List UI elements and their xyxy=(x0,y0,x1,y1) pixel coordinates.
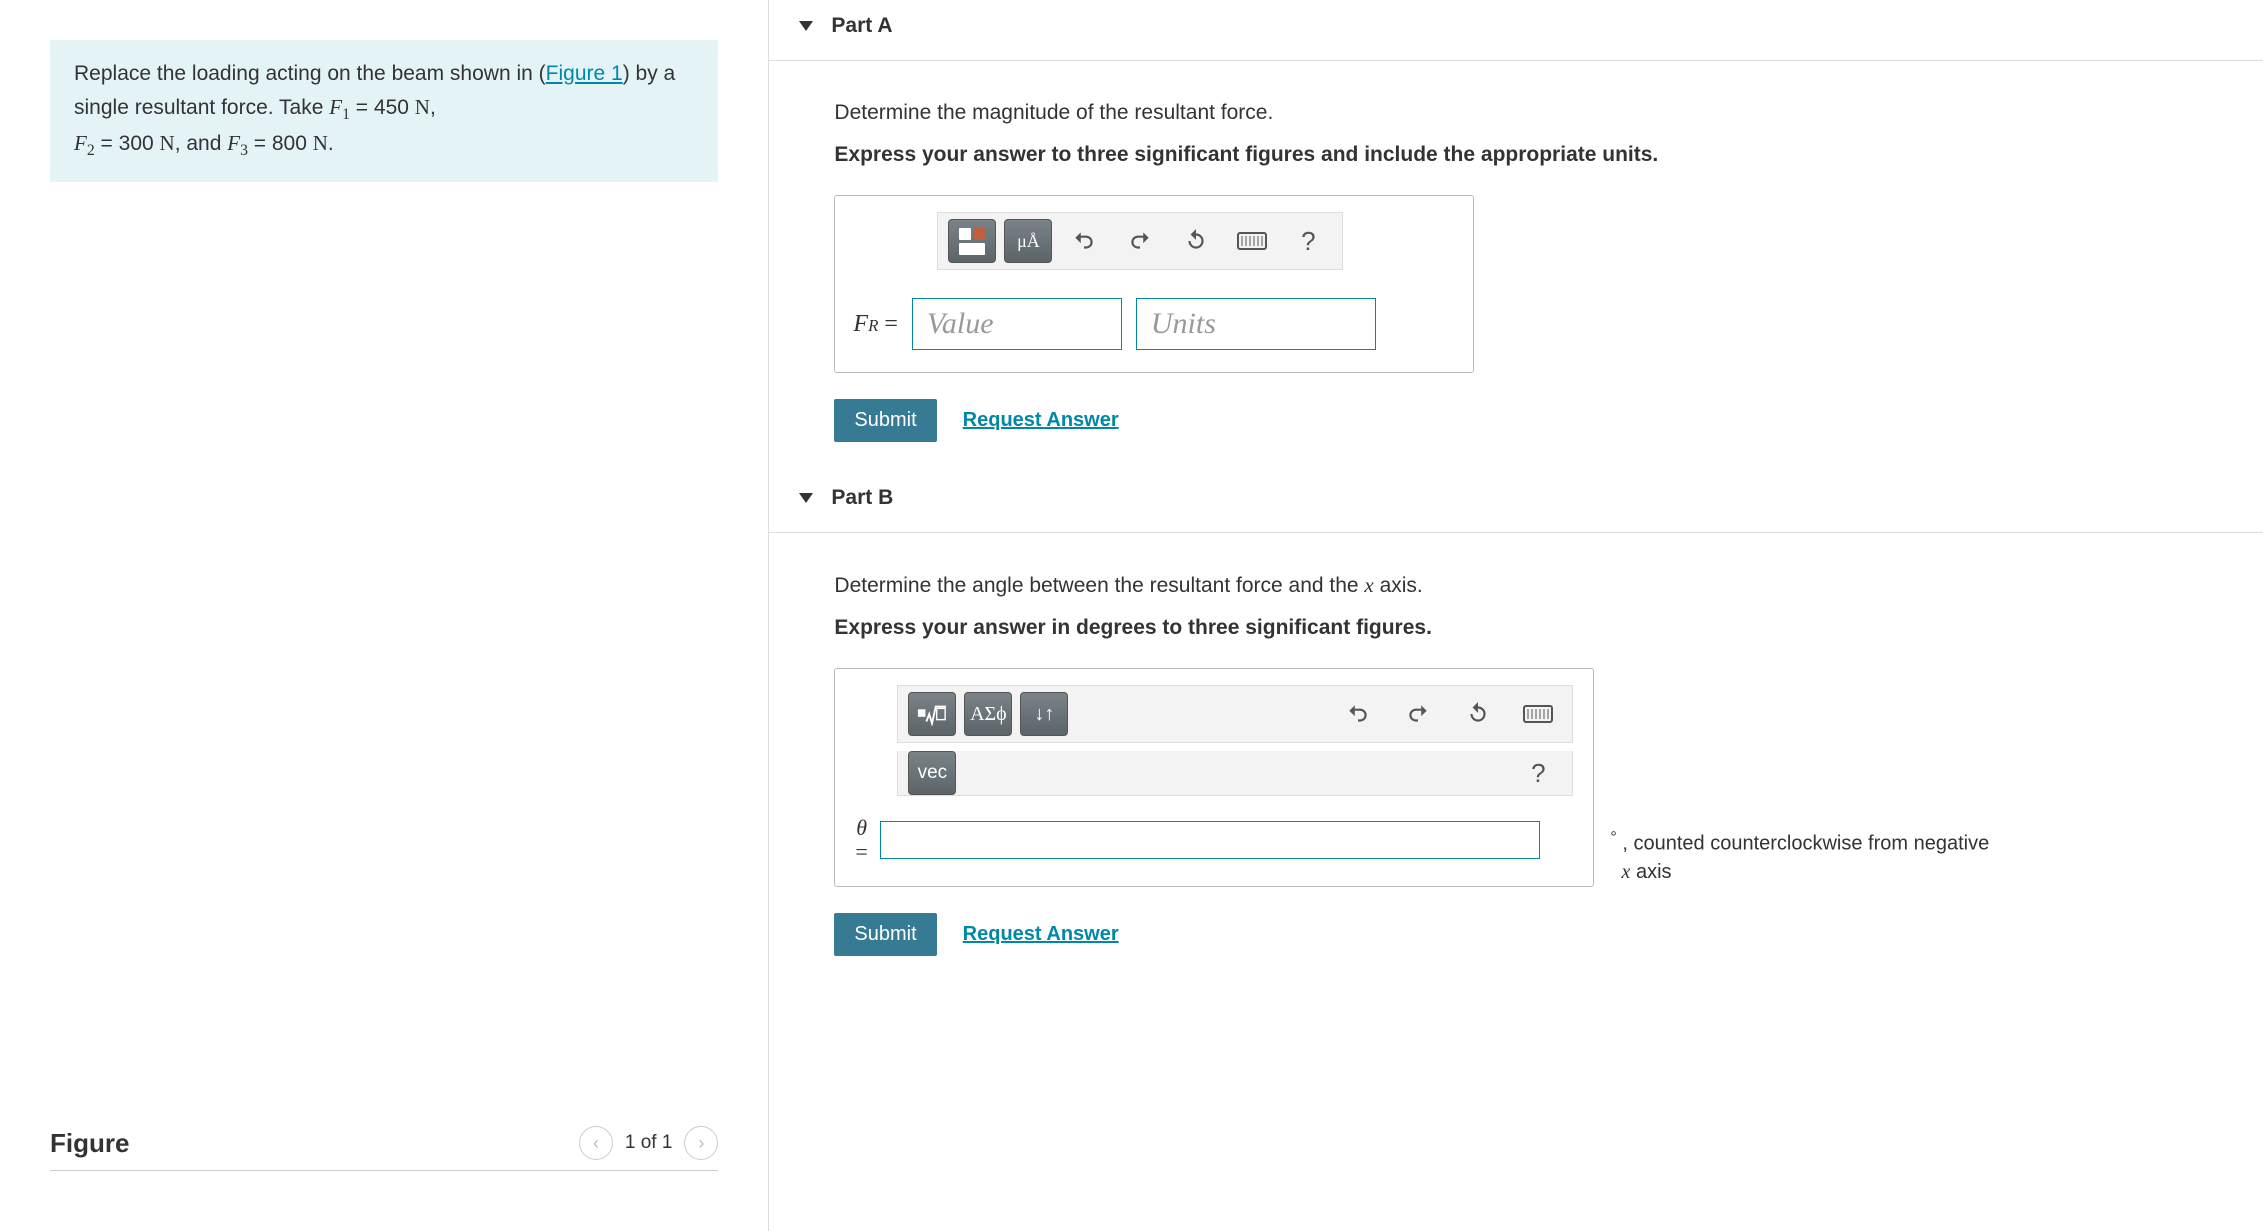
reset-icon xyxy=(1465,701,1491,727)
angle-input[interactable] xyxy=(880,821,1540,859)
reset-icon xyxy=(1183,228,1209,254)
unit-n: N xyxy=(415,95,430,119)
part-b-title: Part B xyxy=(831,486,893,510)
part-b-suffix: ° , counted counterclockwise from negati… xyxy=(1610,826,1989,888)
f2-val: = 300 xyxy=(95,132,160,155)
redo-button[interactable] xyxy=(1116,219,1164,263)
templates-button[interactable] xyxy=(948,219,996,263)
part-b-body: Determine the angle between the resultan… xyxy=(769,533,2263,986)
part-a-title: Part A xyxy=(831,14,892,38)
figure-link[interactable]: Figure 1 xyxy=(546,62,623,85)
sym-F2-sub: 2 xyxy=(87,142,95,159)
part-a-answer-panel: μÅ ? FR = Value Units xyxy=(834,195,1474,373)
f3-val: = 800 xyxy=(248,132,313,155)
figure-prev-button[interactable]: ‹ xyxy=(579,1126,613,1160)
part-b-format: Express your answer in degrees to three … xyxy=(834,616,2233,640)
undo-icon xyxy=(1071,228,1097,254)
part-b-lhs: θ = xyxy=(855,816,867,864)
undo-button[interactable] xyxy=(1334,692,1382,736)
part-a-toolbar: μÅ ? xyxy=(937,212,1343,270)
updown-button[interactable]: ↓↑ xyxy=(1020,692,1068,736)
part-a-instr: Determine the magnitude of the resultant… xyxy=(834,101,2233,125)
help-button[interactable]: ? xyxy=(1284,219,1332,263)
collapse-icon[interactable] xyxy=(799,493,813,503)
part-a-request-answer-link[interactable]: Request Answer xyxy=(963,409,1119,432)
figure-counter: 1 of 1 xyxy=(625,1132,673,1154)
units-button[interactable]: μÅ xyxy=(1004,219,1052,263)
reset-button[interactable] xyxy=(1454,692,1502,736)
collapse-icon[interactable] xyxy=(799,21,813,31)
redo-icon xyxy=(1127,228,1153,254)
redo-icon xyxy=(1405,701,1431,727)
part-b-toolbar: ΑΣϕ ↓↑ xyxy=(897,685,1573,743)
undo-icon xyxy=(1345,701,1371,727)
part-b-answer-panel: ΑΣϕ ↓↑ vec ? xyxy=(834,668,1594,887)
part-b-instr: Determine the angle between the resultan… xyxy=(834,573,2233,598)
templates-icon xyxy=(955,224,990,259)
f1-val: = 450 xyxy=(350,96,415,119)
templates-button[interactable] xyxy=(908,692,956,736)
keyboard-button[interactable] xyxy=(1514,692,1562,736)
part-b-header[interactable]: Part B xyxy=(769,472,2263,533)
unit-n: N xyxy=(160,131,175,155)
keyboard-icon xyxy=(1237,232,1267,250)
redo-button[interactable] xyxy=(1394,692,1442,736)
figure-section: Figure ‹ 1 of 1 › xyxy=(50,1126,718,1201)
value-input[interactable]: Value xyxy=(912,298,1122,350)
sym-F3: F xyxy=(227,131,240,155)
figure-title: Figure xyxy=(50,1128,129,1159)
reset-button[interactable] xyxy=(1172,219,1220,263)
keyboard-icon xyxy=(1523,705,1553,723)
part-a-body: Determine the magnitude of the resultant… xyxy=(769,61,2263,472)
units-input[interactable]: Units xyxy=(1136,298,1376,350)
help-button[interactable]: ? xyxy=(1514,751,1562,795)
part-a-format: Express your answer to three significant… xyxy=(834,143,2233,167)
sym-F1-sub: 1 xyxy=(342,106,350,123)
undo-button[interactable] xyxy=(1060,219,1108,263)
part-a-submit-button[interactable]: Submit xyxy=(834,399,936,442)
problem-statement: Replace the loading acting on the beam s… xyxy=(50,40,718,182)
keyboard-button[interactable] xyxy=(1228,219,1276,263)
problem-text: Replace the loading acting on the beam s… xyxy=(74,62,546,85)
part-b-request-answer-link[interactable]: Request Answer xyxy=(963,923,1119,946)
sym-F2: F xyxy=(74,131,87,155)
part-a-lhs: FR = xyxy=(853,311,897,338)
sqrt-icon xyxy=(917,702,947,726)
part-a-header[interactable]: Part A xyxy=(769,0,2263,61)
part-b-submit-button[interactable]: Submit xyxy=(834,913,936,956)
sym-F3-sub: 3 xyxy=(240,142,248,159)
greek-button[interactable]: ΑΣϕ xyxy=(964,692,1012,736)
vec-button[interactable]: vec xyxy=(908,751,956,795)
sym-F1: F xyxy=(329,95,342,119)
figure-next-button[interactable]: › xyxy=(684,1126,718,1160)
unit-n: N xyxy=(313,131,328,155)
